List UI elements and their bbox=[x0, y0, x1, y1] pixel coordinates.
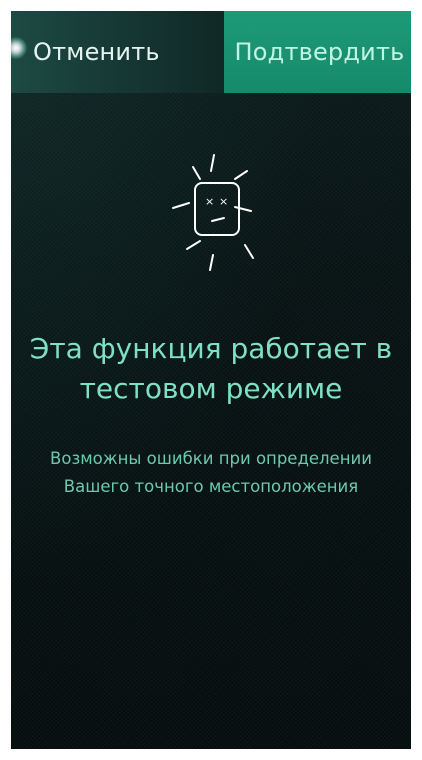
cancel-button[interactable]: Отменить bbox=[11, 11, 224, 93]
notice-message: Возможны ошибки при определении Вашего т… bbox=[50, 449, 372, 496]
cancel-button-label: Отменить bbox=[33, 38, 160, 66]
svg-text:×: × bbox=[205, 195, 214, 208]
confused-face-icon: × × bbox=[151, 145, 271, 285]
dialog-header: Отменить Подтвердить bbox=[11, 11, 411, 93]
notice-content: × × Эта функция работает в тестовом режи… bbox=[11, 93, 411, 749]
svg-text:×: × bbox=[219, 195, 228, 208]
confirm-button-label: Подтвердить bbox=[234, 38, 405, 66]
confirm-button[interactable]: Подтвердить bbox=[224, 11, 411, 93]
screen: Отменить Подтвердить × × Эта функция раб… bbox=[11, 11, 411, 749]
pulley-glow-icon bbox=[11, 37, 27, 59]
notice-title: Эта функция работает в тестовом режиме bbox=[29, 332, 393, 405]
